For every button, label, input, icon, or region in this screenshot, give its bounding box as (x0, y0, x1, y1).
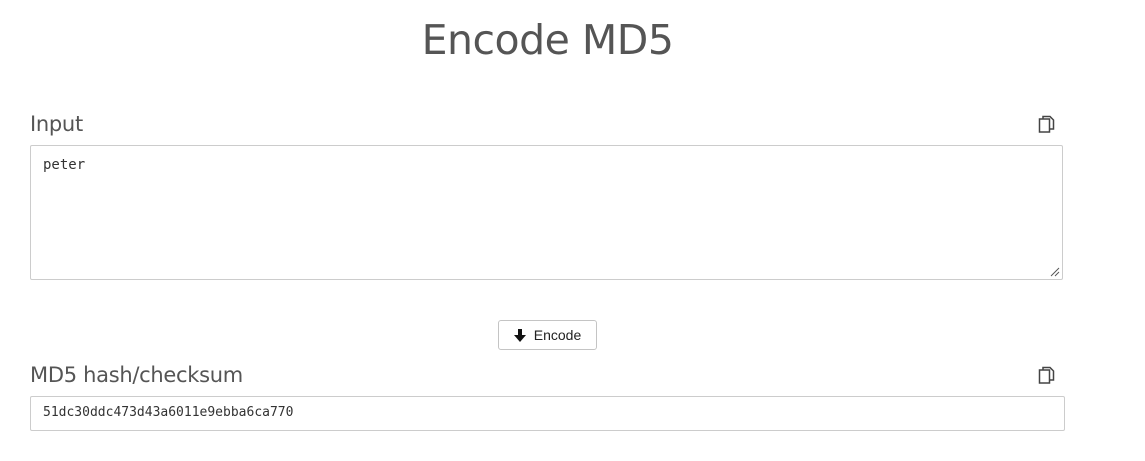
resize-handle-icon[interactable] (1050, 267, 1060, 277)
input-label: Input (30, 112, 83, 136)
encode-button[interactable]: Encode (498, 320, 597, 350)
md5-output-value: 51dc30ddc473d43a6011e9ebba6ca770 (43, 405, 294, 420)
input-value: peter (43, 157, 86, 173)
md5-output-field[interactable]: 51dc30ddc473d43a6011e9ebba6ca770 (30, 396, 1065, 431)
page: Encode MD5 Input peter Encode MD5 hash/c… (0, 0, 1145, 461)
copy-input-icon[interactable] (1038, 115, 1056, 135)
output-label: MD5 hash/checksum (30, 363, 243, 387)
arrow-down-icon (513, 328, 526, 342)
page-title: Encode MD5 (421, 16, 674, 64)
encode-button-label: Encode (533, 327, 582, 343)
input-textarea[interactable]: peter (30, 145, 1063, 280)
copy-output-icon[interactable] (1038, 366, 1056, 386)
